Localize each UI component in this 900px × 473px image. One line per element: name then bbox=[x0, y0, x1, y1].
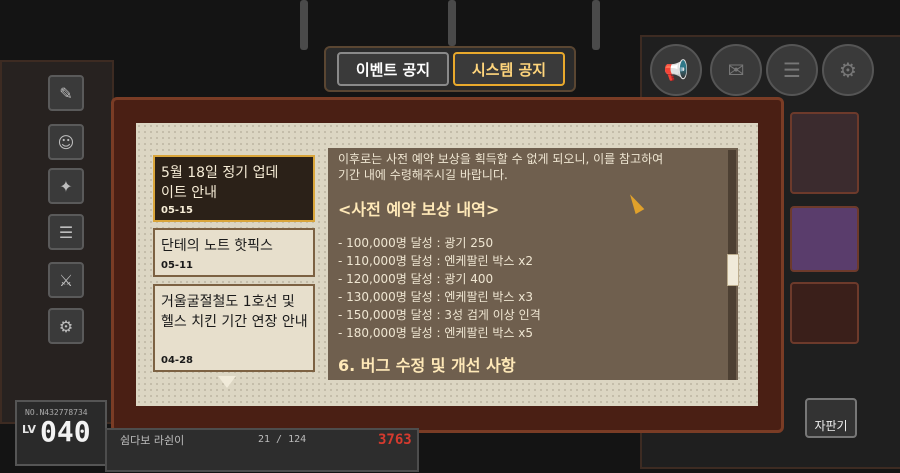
notice-date: 05-15 bbox=[161, 205, 193, 216]
notice-date: 05-11 bbox=[161, 260, 193, 271]
currency-amount: 3763 bbox=[378, 432, 412, 448]
reward-line: - 130,000명 달성 : 엔케팔린 박스 x3 bbox=[338, 290, 533, 304]
notice-item-selected[interactable]: 5월 18일 정기 업데이트 안내 05-15 bbox=[153, 155, 315, 222]
burger-icon[interactable]: ☰ bbox=[766, 44, 818, 96]
character-thumbnail-1[interactable] bbox=[790, 112, 859, 194]
vending-machine-button[interactable]: 자판기 bbox=[805, 398, 857, 438]
star-icon[interactable]: ✦ bbox=[48, 168, 84, 204]
notice-date: 04-28 bbox=[161, 355, 193, 366]
notice-content-area: 이후로는 사전 예약 보상을 획득할 수 없게 되오니, 이를 참고하여 기간 … bbox=[328, 148, 738, 380]
content-scrollbar-thumb[interactable] bbox=[727, 254, 739, 286]
level-label: LV bbox=[22, 423, 37, 436]
reward-line: - 100,000명 달성 : 광기 250 bbox=[338, 236, 494, 250]
feather-icon[interactable]: ✎ bbox=[48, 75, 84, 111]
reward-line: - 110,000명 달성 : 엔케팔린 박스 x2 bbox=[338, 254, 533, 268]
bugfix-section-title: 6. 버그 수정 및 개선 사항 bbox=[338, 356, 516, 375]
user-name: 쉼다보 라쉰이 bbox=[120, 434, 185, 447]
intro-line-1: 이후로는 사전 예약 보상을 획득할 수 없게 되오니, 이를 참고하여 bbox=[338, 152, 664, 166]
reward-line: - 150,000명 달성 : 3성 검게 이상 인격 bbox=[338, 308, 541, 322]
reward-section-title: <사전 예약 보상 내역> bbox=[338, 200, 500, 219]
mail-icon[interactable]: ✉ bbox=[710, 44, 762, 96]
exp-counter: 21 / 124 bbox=[258, 434, 307, 445]
sword-icon[interactable]: ⚔ bbox=[48, 262, 84, 298]
chain-left bbox=[300, 0, 308, 50]
level-value: 040 bbox=[40, 415, 91, 448]
notice-title: 단테의 노트 핫픽스 bbox=[161, 238, 273, 254]
reward-line: - 180,000명 달성 : 엔케팔린 박스 x5 bbox=[338, 326, 533, 340]
megaphone-icon[interactable]: 📢 bbox=[650, 44, 702, 96]
character-thumbnail-3[interactable] bbox=[790, 282, 859, 344]
scroll-icon[interactable]: ☰ bbox=[48, 214, 84, 250]
settings-icon[interactable]: ⚙ bbox=[822, 44, 874, 96]
chain-right bbox=[592, 0, 600, 50]
notice-item[interactable]: 단테의 노트 핫픽스 05-11 bbox=[153, 228, 315, 277]
tab-system-notice[interactable]: 시스템 공지 bbox=[453, 52, 565, 86]
chain-center bbox=[448, 0, 456, 46]
notice-title: 5월 18일 정기 업데이트 안내 bbox=[161, 165, 279, 201]
reward-line: - 120,000명 달성 : 광기 400 bbox=[338, 272, 494, 286]
gear-small-icon[interactable]: ⚙ bbox=[48, 308, 84, 344]
notice-item[interactable]: 거울굴절철도 1호선 및 헬스 치킨 기간 연장 안내 04-28 bbox=[153, 284, 315, 372]
scroll-down-arrow-icon[interactable] bbox=[218, 376, 236, 388]
tab-event-notice[interactable]: 이벤트 공지 bbox=[337, 52, 449, 86]
notice-title: 거울굴절철도 1호선 및 헬스 치킨 기간 연장 안내 bbox=[161, 294, 308, 330]
intro-line-2: 기간 내에 수령해주시길 바랍니다. bbox=[338, 168, 508, 182]
character-thumbnail-2[interactable] bbox=[790, 206, 859, 272]
bust-icon[interactable]: ☺ bbox=[48, 124, 84, 160]
